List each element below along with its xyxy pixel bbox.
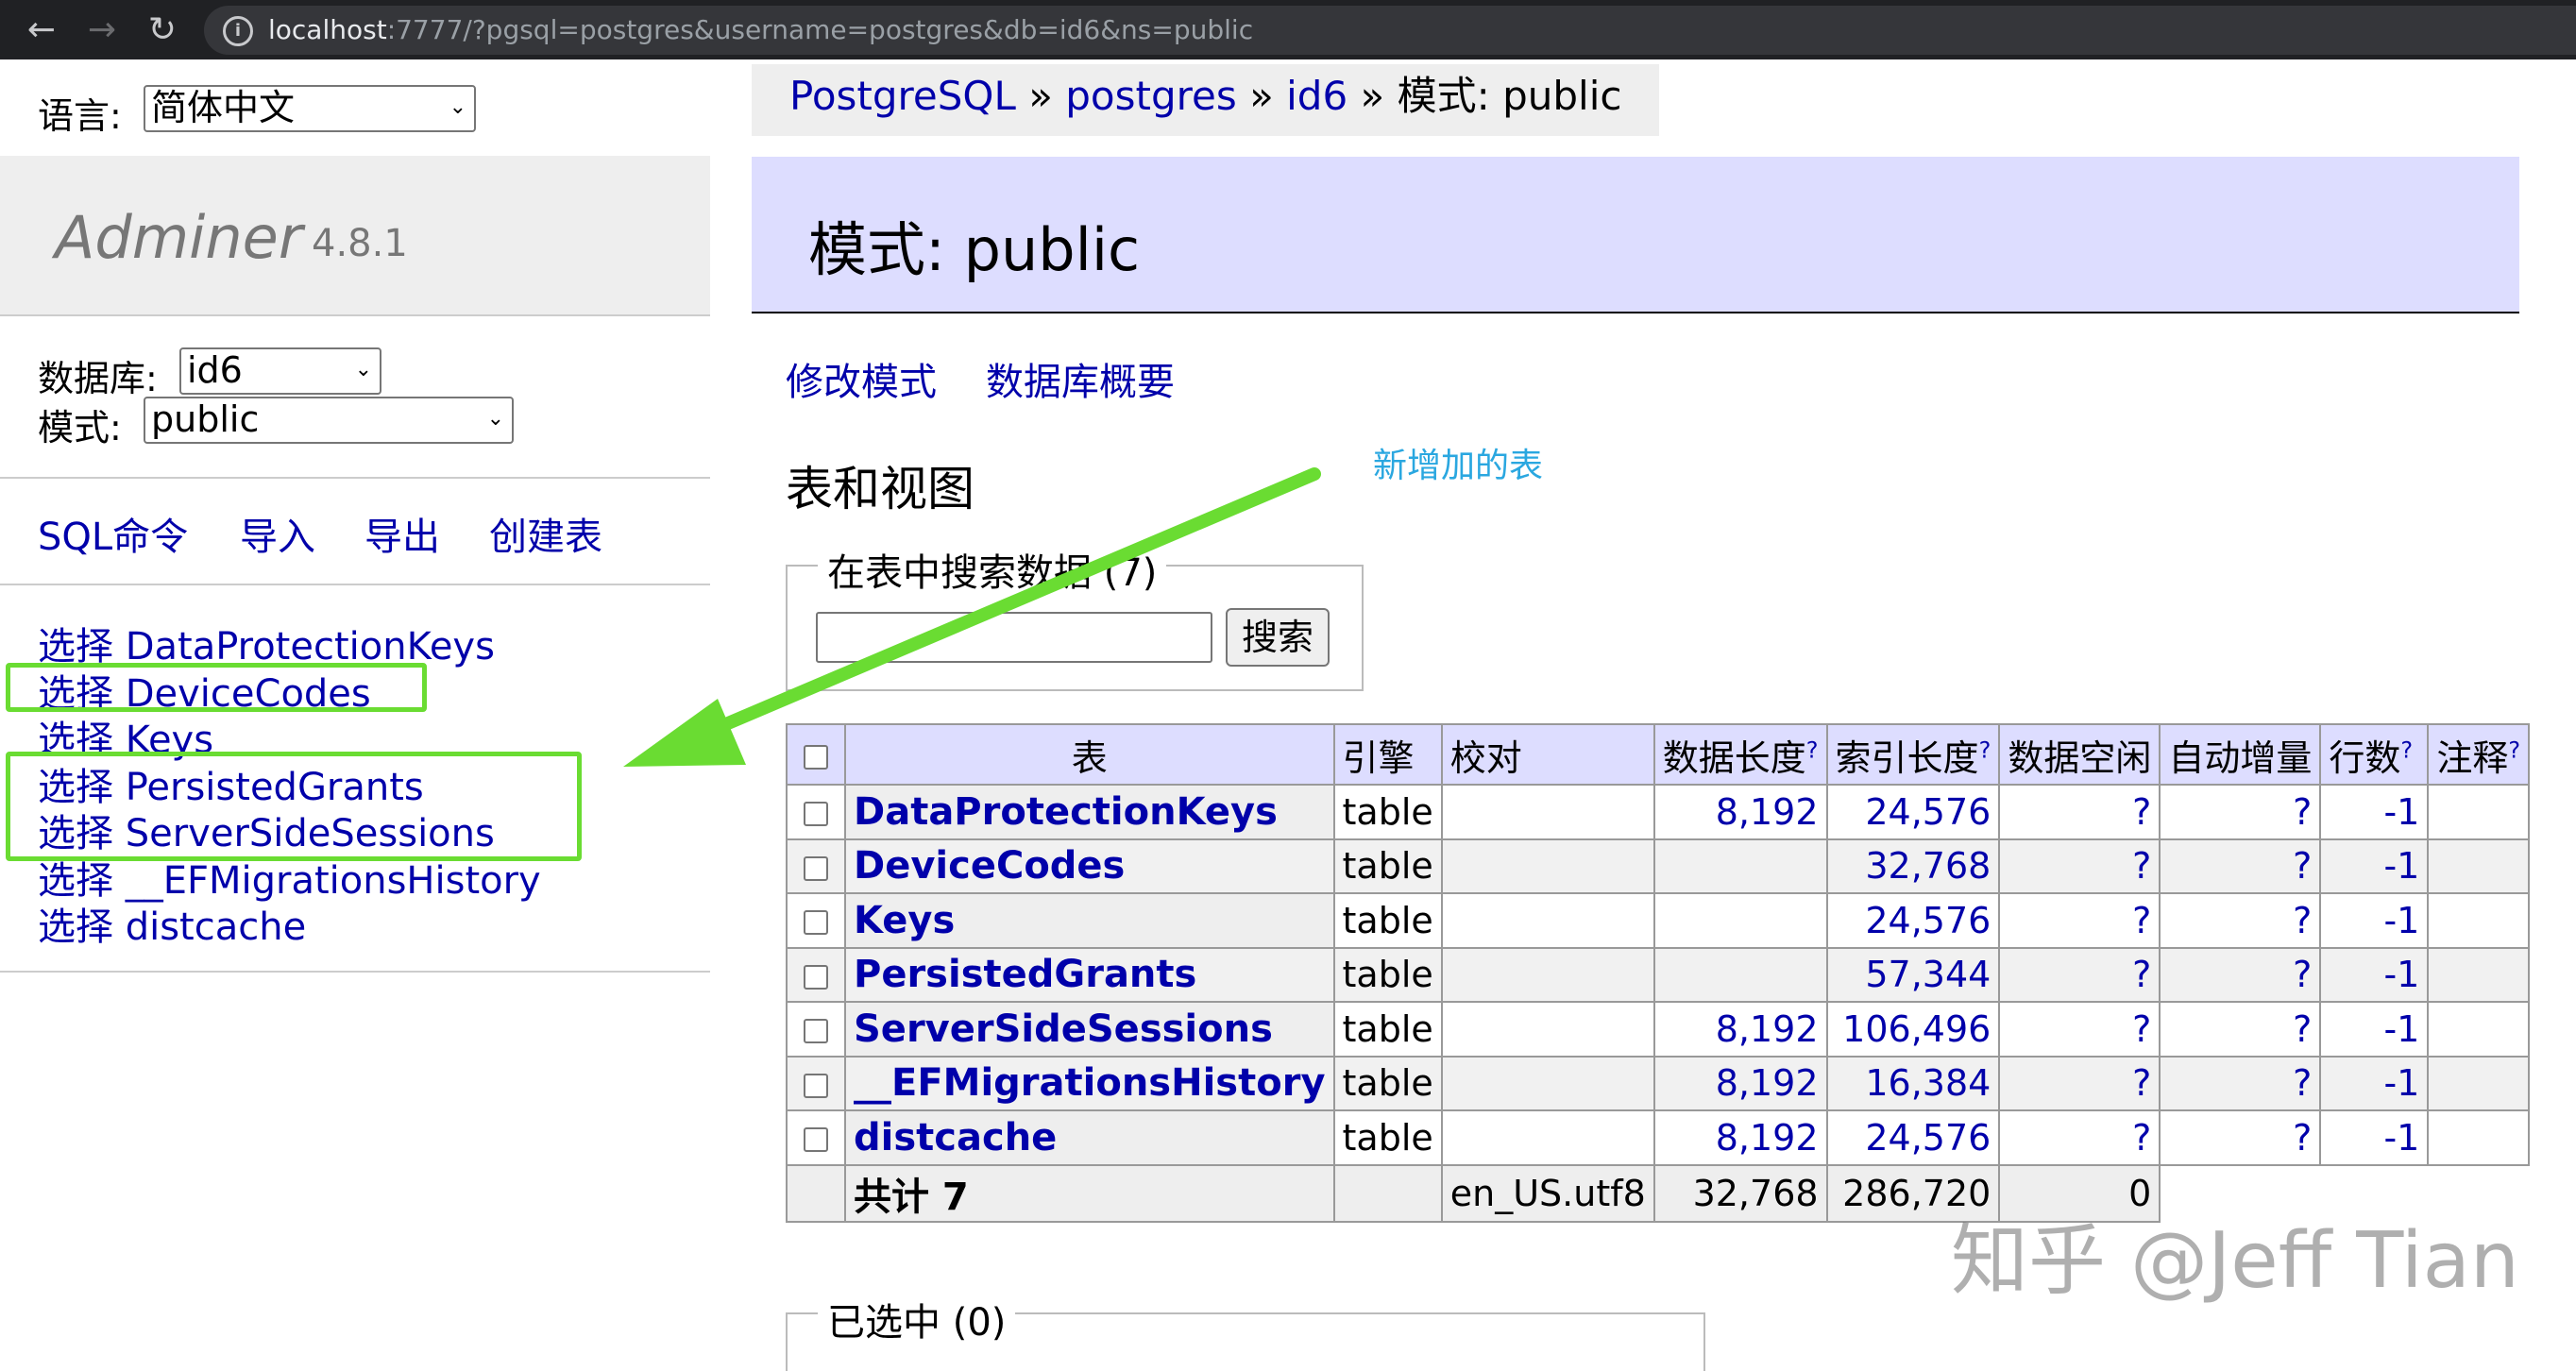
annotation-arrow-icon [623,467,1321,767]
